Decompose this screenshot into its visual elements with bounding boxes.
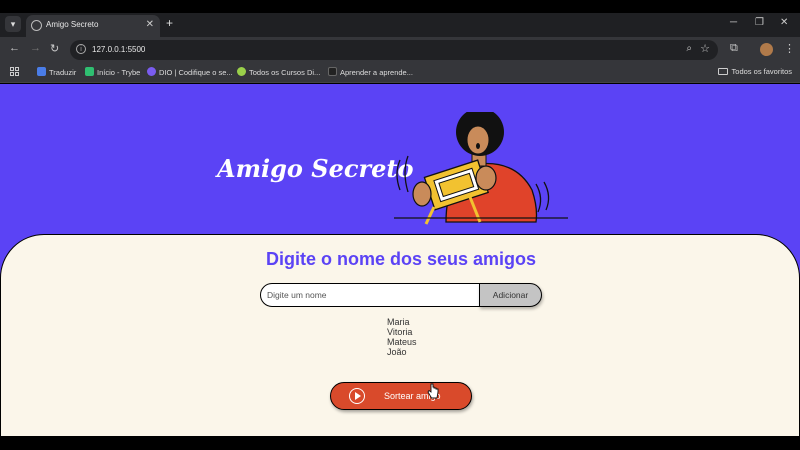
page-heading: Digite o nome dos seus amigos [265,249,537,269]
back-icon[interactable]: ← [9,42,20,54]
zoom-icon[interactable]: ⌕ [686,43,692,54]
tab-amigo-secreto[interactable]: Amigo Secreto ✕ [26,15,160,37]
main-card: Digite o nome dos seus amigos Adicionar … [0,234,800,436]
page-viewport: Amigo Secreto Digite o nome dos seus ami… [0,84,800,436]
bookmark-traduzir[interactable]: Traduzir [37,67,76,77]
play-icon [349,388,365,404]
browser-window: ▾ Amigo Secreto ✕ + ─ ❐ ✕ ← → ↻ i 127.0.… [0,0,800,450]
bookmark-aprender[interactable]: Aprender a aprende... [328,67,413,77]
close-window-icon[interactable]: ✕ [780,17,788,28]
menu-icon[interactable]: ⋮ [784,42,795,55]
friend-list-item: Mateus [387,337,417,347]
bookmark-star-icon[interactable]: ☆ [700,42,710,55]
friend-list-item: Maria [387,317,410,327]
site-info-icon[interactable]: i [76,44,86,54]
person-holding-gift-illustration [394,112,568,225]
add-friend-form: Adicionar [260,283,542,307]
tab-search-icon[interactable]: ▾ [5,16,21,32]
friend-list-item: João [387,347,407,357]
new-tab-button[interactable]: + [166,16,173,30]
friend-list-item: Vitoria [387,327,413,337]
bookmark-cursos[interactable]: Todos os Cursos Di... [237,67,320,77]
hero-title: Amigo Secreto [217,154,414,183]
tab-title: Amigo Secreto [46,20,99,29]
minimize-icon[interactable]: ─ [730,17,737,28]
translate-icon [37,67,46,76]
reload-icon[interactable]: ↻ [50,42,59,55]
tab-strip: ▾ Amigo Secreto ✕ + ─ ❐ ✕ [0,13,800,37]
amazon-icon [328,67,337,76]
browser-toolbar: ← → ↻ i 127.0.0.1:5500 ⌕ ☆ ⧉ ⋮ [0,37,800,63]
hand-cursor-icon [427,383,439,399]
trybe-icon [85,67,94,76]
profile-avatar[interactable] [760,43,773,56]
dio-icon [147,67,156,76]
draw-friend-button[interactable]: Sortear amigo [330,382,472,410]
friend-name-input[interactable] [260,283,482,307]
bookmark-dio[interactable]: DIO | Codifique o se... [147,67,233,77]
url-text: 127.0.0.1:5500 [92,45,146,54]
folder-icon [717,68,728,75]
add-button[interactable]: Adicionar [479,283,542,307]
all-bookmarks-button[interactable]: Todos os favoritos [717,67,792,76]
extensions-icon[interactable]: ⧉ [730,42,738,55]
close-tab-icon[interactable]: ✕ [146,19,154,30]
apps-icon[interactable] [10,67,20,77]
friends-list: Maria Vitoria Mateus João [387,317,417,357]
courses-icon [237,67,246,76]
restore-icon[interactable]: ❐ [755,17,764,28]
bookmark-trybe[interactable]: Início - Trybe [85,67,140,77]
bookmarks-bar: Traduzir Início - Trybe DIO | Codifique … [0,63,800,83]
globe-icon [31,20,42,31]
address-bar[interactable]: i 127.0.0.1:5500 ⌕ ☆ [70,40,718,60]
forward-icon[interactable]: → [30,42,41,54]
